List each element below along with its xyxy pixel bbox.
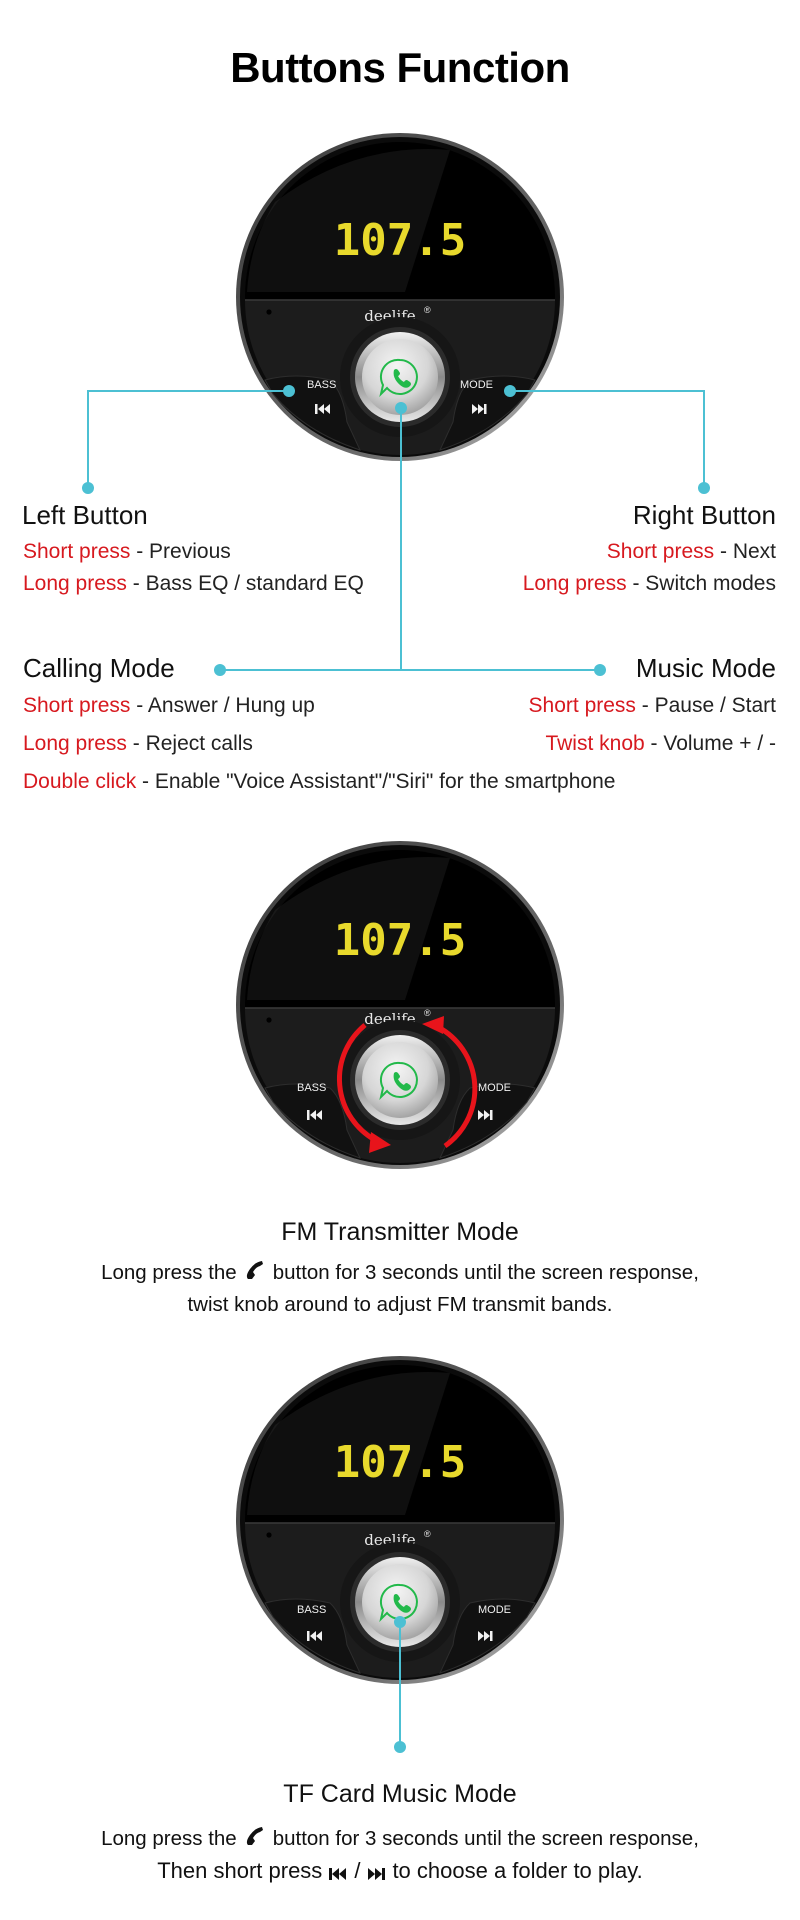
registered-mark: ® [424, 1008, 431, 1018]
bass-label: BASS [297, 1082, 326, 1094]
music-mode-dot [594, 664, 606, 676]
action-desc: - Next [714, 540, 776, 563]
fm-transmitter-desc-line-2: twist knob around to adjust FM transmit … [187, 1293, 613, 1316]
mode-label: MODE [460, 379, 493, 391]
calling-mode-dot [214, 664, 226, 676]
device-image-buttons: 107.5 deelife ® BASS MODE [235, 132, 565, 462]
music-mode-heading: Music Mode [635, 653, 776, 683]
tf-card-dot [394, 1741, 406, 1753]
skip-previous-icon [329, 1868, 347, 1880]
action-desc: - Answer / Hung up [130, 694, 315, 717]
device-image-fm-transmitter: 107.5 deelife ® BASS MODE [235, 840, 565, 1170]
frequency-display: 107.5 [334, 1437, 466, 1488]
action-label: Short press [23, 694, 131, 717]
center-knob[interactable] [340, 1020, 460, 1140]
desc-text: to choose a folder to play. [392, 1858, 643, 1883]
calling-mode-line-2: Long press - Reject calls [23, 732, 253, 756]
fm-transmitter-desc-line-1: Long press the button for 3 seconds until… [0, 1259, 800, 1285]
phone-handset-icon [246, 1827, 263, 1845]
action-desc: - Reject calls [126, 732, 253, 755]
desc-text: button for 3 seconds until the screen re… [272, 1827, 699, 1850]
music-mode-line-2: Twist knob - Volume + / - [545, 732, 776, 756]
action-label: Long press [23, 732, 127, 755]
bass-label: BASS [297, 1604, 326, 1616]
mode-label: MODE [478, 1604, 511, 1616]
bass-label: BASS [307, 379, 336, 391]
center-knob[interactable] [340, 1542, 460, 1662]
action-label: Twist knob [545, 732, 645, 755]
desc-text: Then short press [157, 1858, 323, 1883]
calling-mode-line-3: Double click - Enable "Voice Assistant"/… [23, 770, 615, 794]
phone-handset-icon [246, 1261, 263, 1279]
right-button-line-2: Long press - Switch modes [523, 572, 776, 596]
left-button-line-1: Short press - Previous [23, 540, 231, 564]
calling-mode-line-1: Short press - Answer / Hung up [23, 694, 315, 718]
registered-mark: ® [424, 305, 431, 315]
left-button-heading: Left Button [22, 500, 148, 530]
action-label: Long press [522, 572, 627, 595]
desc-text: button for 3 seconds until the screen re… [272, 1261, 699, 1284]
action-desc: - Switch modes [626, 572, 776, 595]
calling-mode-heading: Calling Mode [23, 653, 175, 683]
frequency-display: 107.5 [334, 915, 466, 966]
action-desc: - Bass EQ / standard EQ [126, 572, 364, 595]
registered-mark: ® [424, 1529, 431, 1539]
action-label: Double click [23, 770, 137, 793]
fm-transmitter-heading: FM Transmitter Mode [281, 1218, 519, 1246]
separator: / [354, 1858, 361, 1883]
tf-card-heading: TF Card Music Mode [283, 1780, 517, 1808]
action-label: Short press [528, 694, 636, 717]
tf-card-desc-line-2: Then short press / to choose a folder to p… [0, 1858, 800, 1884]
action-desc: - Volume + / - [644, 732, 776, 755]
tf-card-desc-line-1: Long press the button for 3 seconds until… [0, 1825, 800, 1851]
music-mode-line-1: Short press - Pause / Start [529, 694, 776, 718]
action-label: Long press [23, 572, 127, 595]
skip-next-icon [368, 1868, 386, 1880]
action-desc: - Pause / Start [635, 694, 776, 717]
action-desc: - Previous [130, 540, 231, 563]
device-image-tf-card: 107.5 deelife ® BASS MODE [235, 1355, 565, 1685]
action-label: Short press [23, 540, 131, 563]
right-button-heading: Right Button [632, 500, 776, 530]
right-button-dot [698, 482, 710, 494]
action-desc: - Enable "Voice Assistant"/"Siri" for th… [136, 770, 616, 793]
center-knob[interactable] [340, 317, 460, 437]
frequency-display: 107.5 [334, 215, 466, 266]
left-button-line-2: Long press - Bass EQ / standard EQ [23, 572, 364, 596]
page-title: Buttons Function [230, 44, 570, 91]
desc-text: Long press the [101, 1827, 237, 1850]
left-button-dot [82, 482, 94, 494]
right-button-line-1: Short press - Next [607, 540, 776, 564]
action-label: Short press [606, 540, 715, 563]
mode-label: MODE [478, 1082, 511, 1094]
desc-text: Long press the [101, 1261, 237, 1284]
